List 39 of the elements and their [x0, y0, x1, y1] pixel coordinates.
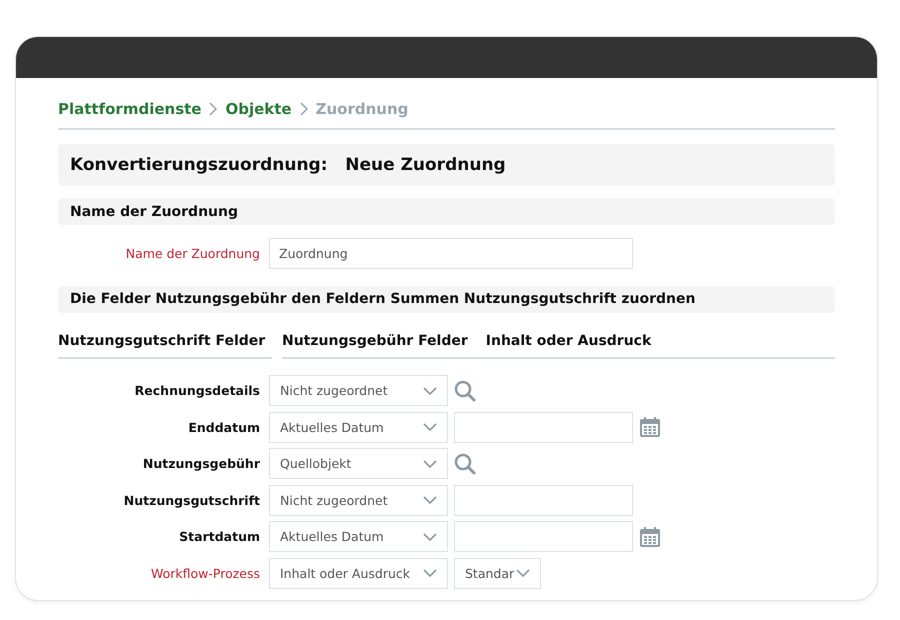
- dropdown[interactable]: Standar: [454, 558, 541, 589]
- chevron-down-icon: [516, 569, 530, 578]
- name-input[interactable]: Zuordnung: [269, 238, 633, 269]
- section-title: Name der Zuordnung: [70, 204, 238, 220]
- chevron-down-icon: [423, 496, 437, 504]
- dropdown[interactable]: Nicht zugeordnet: [269, 484, 448, 516]
- field-label: Startdatum: [178, 529, 261, 544]
- chevron-down-icon: [423, 460, 437, 468]
- chevron-down-icon: [423, 386, 437, 395]
- field-label: Enddatum: [187, 420, 261, 435]
- calendar-icon[interactable]: [639, 416, 661, 438]
- breadcrumb-link[interactable]: Objekte: [225, 100, 292, 118]
- field-label: Nutzungsgutschrift: [122, 492, 261, 508]
- chevron-down-icon: [423, 569, 437, 578]
- column-header: Nutzungsgebühr Felder: [282, 332, 468, 348]
- chevron-right-icon: [209, 102, 218, 116]
- column-header: Nutzungsgutschrift Felder: [58, 324, 272, 358]
- dropdown[interactable]: Nicht zugeordnet: [269, 375, 448, 406]
- dropdown[interactable]: Quellobjekt: [269, 448, 448, 480]
- page-title: Konvertierungszuordnung: Neue Zuordnung: [70, 155, 506, 175]
- dropdown[interactable]: Aktuelles Datum: [269, 412, 448, 443]
- dropdown[interactable]: Inhalt oder Ausdruck: [269, 558, 448, 589]
- breadcrumb-link[interactable]: Plattformdienste: [58, 100, 202, 118]
- column-header: Inhalt oder Ausdruck: [486, 332, 652, 348]
- field-label: Rechnungsdetails: [134, 383, 261, 398]
- input-field[interactable]: [454, 412, 633, 443]
- dropdown[interactable]: Aktuelles Datum: [269, 521, 448, 552]
- field-label: Workflow-Prozess: [150, 566, 261, 581]
- calendar-icon[interactable]: [639, 526, 661, 548]
- chevron-right-icon: [300, 102, 308, 116]
- chevron-down-icon: [423, 423, 437, 432]
- field-label: Nutzungsgebühr: [142, 456, 261, 472]
- search-icon[interactable]: [454, 380, 476, 402]
- field-label: Name der Zuordnung: [124, 246, 261, 261]
- search-icon[interactable]: [454, 452, 476, 475]
- input-field[interactable]: [454, 521, 633, 552]
- input-field[interactable]: [454, 484, 633, 516]
- chevron-down-icon: [423, 532, 437, 541]
- section-title: Die Felder Nutzungsgebühr den Feldern Summen Nutzungsgutschrift zuordnen: [70, 291, 696, 307]
